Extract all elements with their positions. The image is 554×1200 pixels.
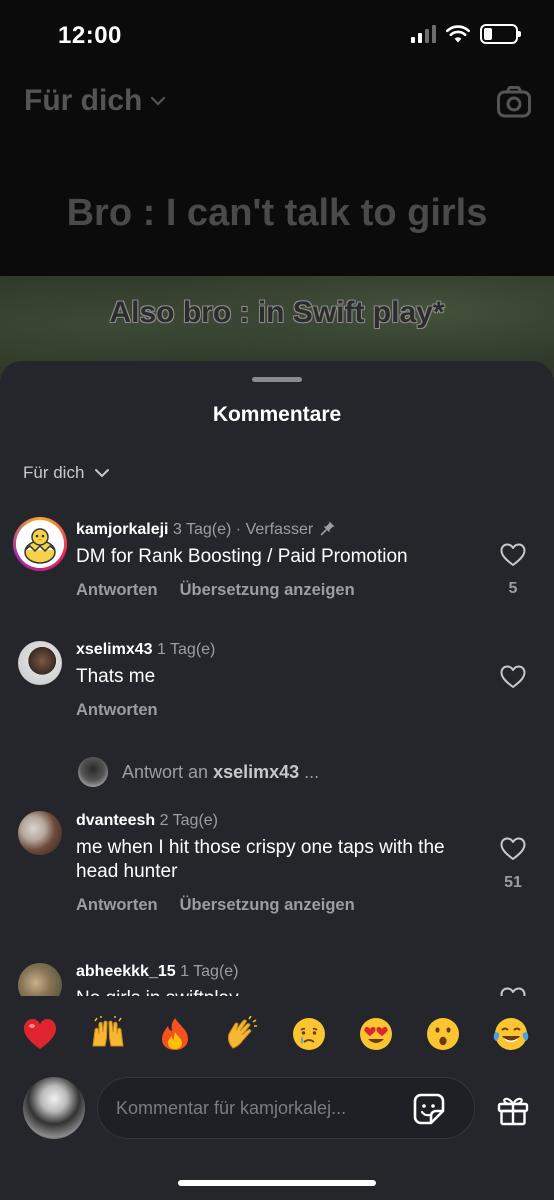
reply-prefix: Antwort an: [122, 761, 209, 782]
comment-header: dvanteesh 2 Tag(e): [76, 812, 474, 830]
comment-input[interactable]: [116, 1078, 406, 1138]
view-replies-link[interactable]: Antwort an xselimx43 ...: [78, 757, 319, 787]
emoji-bar: [0, 1009, 554, 1059]
reel-caption-line2: Also bro : in Swift play*: [109, 296, 445, 329]
feed-title: Für dich: [24, 84, 143, 117]
feed-selector[interactable]: Für dich: [24, 84, 166, 118]
comment-meta: 2 Tag(e): [159, 812, 218, 829]
like-control: 5: [500, 543, 526, 598]
comment-actions: Antworten Übersetzung anzeigen: [76, 896, 474, 915]
reply-button[interactable]: Antworten: [76, 896, 158, 915]
avatar[interactable]: [23, 1077, 85, 1139]
fire-icon[interactable]: [158, 1016, 192, 1052]
comment-composer: [0, 1077, 554, 1143]
comment-body: dvanteesh 2 Tag(e) me when I hit those c…: [76, 812, 474, 915]
like-control: [500, 665, 526, 694]
sheet-grabber[interactable]: [252, 377, 302, 382]
chevron-down-icon: [151, 96, 166, 106]
translate-button[interactable]: Übersetzung anzeigen: [180, 581, 355, 600]
comment-header: abheekkk_15 1 Tag(e): [76, 963, 474, 981]
avatar[interactable]: [13, 517, 67, 571]
crying-face-icon[interactable]: [291, 1016, 327, 1052]
sort-label: Für dich: [23, 463, 85, 482]
like-count: 51: [504, 874, 522, 891]
comment-text: No girls in swiftplay: [76, 987, 474, 996]
comment-header: xselimx43 1 Tag(e): [76, 641, 474, 659]
like-count: 5: [508, 580, 518, 597]
status-time: 12:00: [58, 22, 122, 49]
comment-meta: 1 Tag(e): [156, 641, 216, 658]
comment-username[interactable]: xselimx43: [76, 641, 153, 658]
comment-username[interactable]: dvanteesh: [76, 812, 155, 829]
sort-selector[interactable]: Für dich: [23, 463, 110, 483]
avatar[interactable]: [18, 811, 62, 855]
reel-caption-line1: Bro : I can't talk to girls: [66, 192, 488, 234]
comments-sheet: Kommentare Für dich kamjorkaleji 3 Tag(e…: [0, 361, 554, 1200]
battery-icon: [480, 24, 521, 44]
reply-username: xselimx43: [213, 761, 300, 782]
comment-header: kamjorkaleji 3 Tag(e) · Verfasser: [76, 520, 474, 539]
pin-icon: [320, 521, 335, 536]
comment-text: DM for Rank Boosting / Paid Promotion: [76, 546, 408, 567]
heart-icon[interactable]: [500, 837, 526, 861]
gift-icon[interactable]: [496, 1093, 530, 1127]
comment-input-container: [97, 1077, 475, 1139]
avatar: [78, 757, 108, 787]
reply-button[interactable]: Antworten: [76, 581, 158, 600]
reply-suffix: ...: [304, 761, 320, 782]
red-heart-icon[interactable]: [22, 1017, 58, 1051]
astonished-face-icon[interactable]: [425, 1016, 461, 1052]
status-bar: 12:00: [0, 0, 554, 70]
comment-meta: 1 Tag(e): [180, 963, 239, 980]
heart-icon[interactable]: [500, 543, 526, 567]
heart-eyes-icon[interactable]: [358, 1016, 394, 1052]
status-icons: [411, 24, 521, 44]
wifi-icon: [446, 25, 470, 43]
tears-of-joy-icon[interactable]: [492, 1016, 530, 1052]
comment-username[interactable]: kamjorkaleji: [76, 521, 169, 538]
translate-button[interactable]: Übersetzung anzeigen: [180, 896, 355, 915]
comment-body: abheekkk_15 1 Tag(e) No girls in swiftpl…: [76, 963, 474, 996]
sheet-title: Kommentare: [212, 403, 342, 426]
home-indicator[interactable]: [178, 1180, 376, 1186]
like-control: [500, 987, 526, 996]
avatar[interactable]: [18, 641, 62, 685]
comment-meta: 3 Tag(e) · Verfasser: [172, 521, 314, 538]
clapping-hands-icon[interactable]: [223, 1016, 259, 1052]
avatar[interactable]: [18, 963, 62, 996]
heart-icon[interactable]: [500, 665, 526, 689]
raising-hands-icon[interactable]: [89, 1016, 127, 1052]
reply-button[interactable]: Antworten: [76, 701, 158, 720]
camera-icon[interactable]: [496, 84, 532, 120]
chevron-down-icon: [95, 469, 110, 478]
comment-text: Thats me: [76, 666, 156, 687]
comment-username[interactable]: abheekkk_15: [76, 963, 176, 980]
cellular-signal-icon: [411, 25, 436, 43]
sticker-icon[interactable]: [412, 1092, 446, 1126]
heart-icon[interactable]: [500, 987, 526, 996]
comment-text: me when I hit those crispy one taps with…: [76, 837, 445, 882]
comment-list[interactable]: kamjorkaleji 3 Tag(e) · Verfasser DM for…: [0, 507, 554, 996]
comment-body: xselimx43 1 Tag(e) Thats me Antworten: [76, 641, 474, 720]
like-control: 51: [500, 837, 526, 892]
comment-body: kamjorkaleji 3 Tag(e) · Verfasser DM for…: [76, 520, 474, 600]
comment-actions: Antworten: [76, 701, 474, 720]
comment-actions: Antworten Übersetzung anzeigen: [76, 581, 474, 600]
